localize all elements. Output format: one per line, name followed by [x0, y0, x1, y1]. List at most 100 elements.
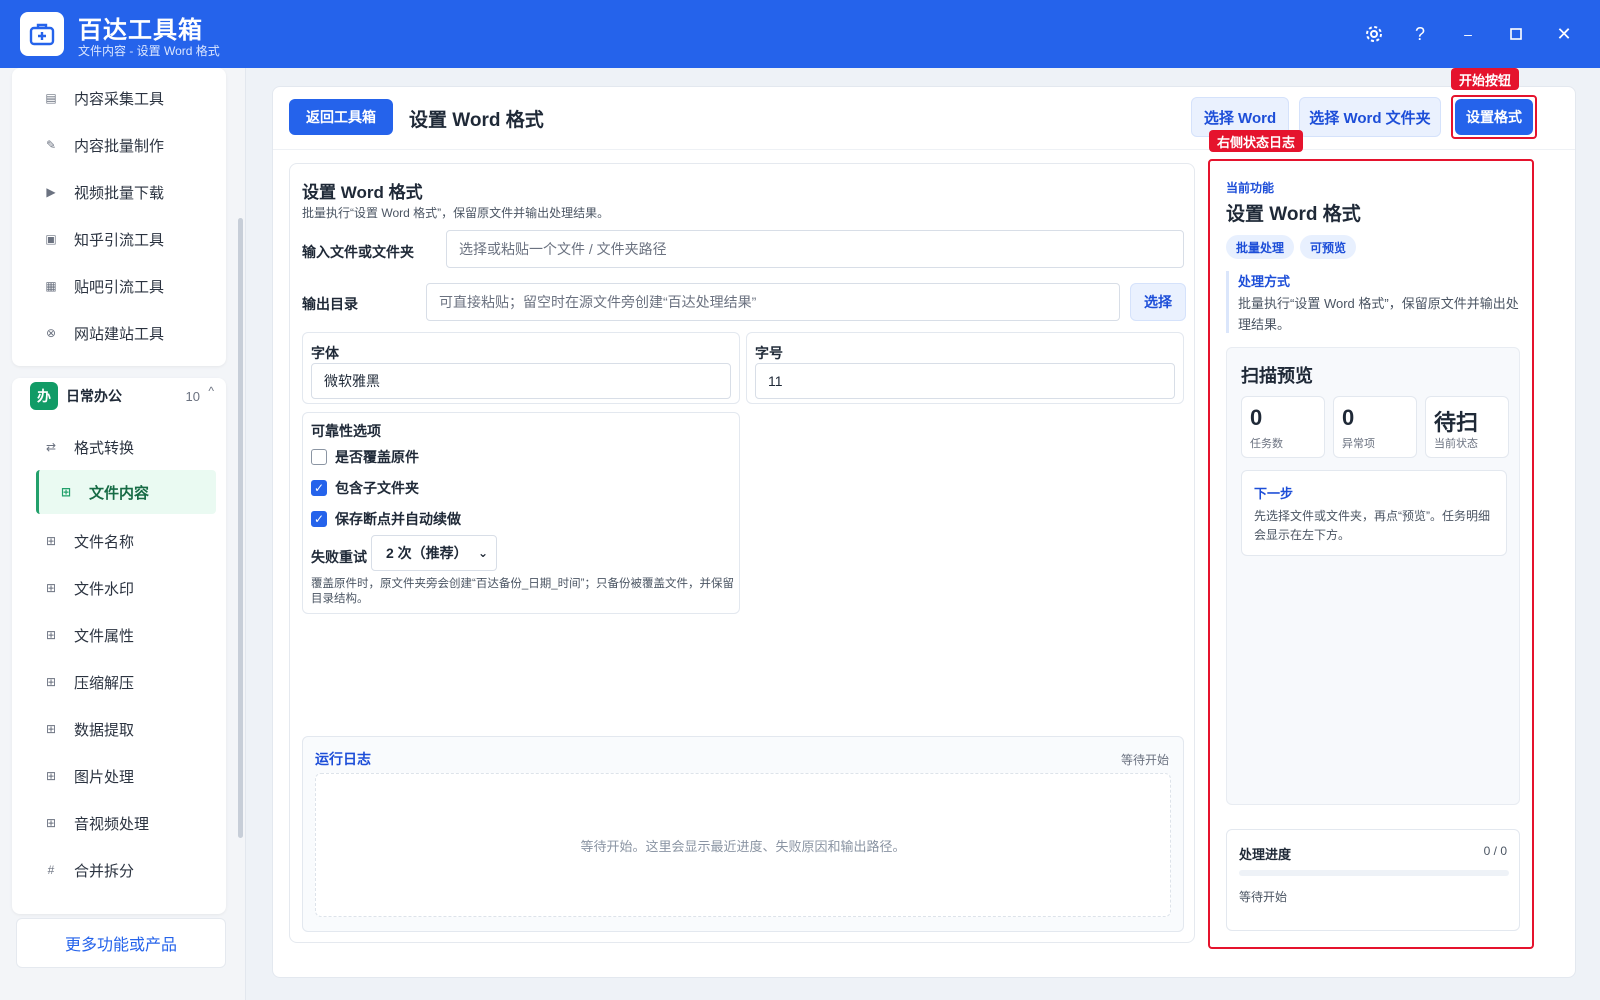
select-word-folder-button[interactable]: 选择 Word 文件夹 [1299, 97, 1441, 137]
app-subtitle: 文件内容 - 设置 Word 格式 [78, 44, 220, 58]
size-field[interactable]: 11 [755, 363, 1175, 399]
chevron-down-icon: ⌄ [477, 546, 488, 560]
form-panel: 设置 Word 格式 批量执行“设置 Word 格式”，保留原文件并输出处理结果… [289, 163, 1195, 943]
tieba-icon: ▦ [45, 279, 57, 293]
tag-batch: 批量处理 [1226, 235, 1295, 259]
sidebar-item-format-convert[interactable]: ⇄ 格式转换 [24, 425, 204, 469]
header-divider [273, 149, 1575, 150]
minimize-icon[interactable]: – [1454, 20, 1482, 48]
grid-icon: ⊞ [45, 628, 57, 642]
output-label: 输出目录 [302, 296, 358, 312]
form-title: 设置 Word 格式 [302, 183, 423, 202]
grid-icon: ⊞ [60, 485, 72, 499]
next-step-title: 下一步 [1254, 486, 1294, 501]
font-label: 字体 [311, 345, 339, 361]
method-text: 批量执行“设置 Word 格式”，保留原文件并输出处理结果。 [1238, 296, 1519, 332]
sidebar-item-zhihu[interactable]: ▣ 知乎引流工具 [24, 217, 204, 261]
annotation-right-log: 右侧状态日志 [1209, 130, 1304, 152]
more-products-button[interactable]: 更多功能或产品 [16, 918, 226, 968]
right-status-panel: 当前功能 设置 Word 格式 批量处理 可预览 处理方式 批量执行“设置 Wo… [1208, 159, 1534, 949]
grid-icon: ⊞ [45, 675, 57, 689]
back-button[interactable]: 返回工具箱 [289, 99, 393, 135]
main-panel: 返回工具箱 设置 Word 格式 选择 Word 选择 Word 文件夹 设置格… [272, 86, 1576, 978]
sidebar-item-file-content[interactable]: ⊞ 文件内容 [36, 470, 216, 514]
sidebar-item-video-download[interactable]: ▶ 视频批量下载 [24, 170, 204, 214]
form-description: 批量执行“设置 Word 格式”，保留原文件并输出处理结果。 [302, 206, 610, 220]
page-title: 设置 Word 格式 [409, 110, 544, 131]
collect-icon: ▤ [45, 91, 57, 105]
sidebar-item-batch-make[interactable]: ✎ 内容批量制作 [24, 123, 204, 167]
sidebar-group-header[interactable]: 办 日常办公 10 ^ [30, 378, 220, 414]
size-box: 字号 11 [746, 332, 1184, 404]
grid-icon: ⊞ [45, 722, 57, 736]
log-content: 等待开始。这里会显示最近进度、失败原因和输出路径。 [315, 773, 1171, 917]
sidebar-item-website[interactable]: ⊗ 网站建站工具 [24, 311, 204, 355]
close-icon[interactable]: ✕ [1550, 20, 1578, 48]
output-dir-field[interactable]: 可直接粘贴；留空时在源文件旁创建“百达处理结果” [426, 283, 1120, 321]
log-status: 等待开始 [1120, 753, 1169, 767]
scan-preview-card: 扫描预览 0 任务数 0 异常项 待扫 当前状态 下一步 先选择文件或文件夹，再… [1226, 347, 1520, 805]
overwrite-checkbox[interactable]: 是否覆盖原件 [311, 447, 419, 467]
size-label: 字号 [755, 345, 783, 361]
output-select-button[interactable]: 选择 [1130, 283, 1186, 321]
tag-preview: 可预览 [1300, 235, 1357, 259]
method-accent-bar [1226, 271, 1229, 333]
grid-icon: ⊞ [45, 581, 57, 595]
sidebar-item-properties[interactable]: ⊞ 文件属性 [24, 613, 204, 657]
overwrite-note: 覆盖原件时，原文件夹旁会创建“百达备份_日期_时间”；只备份被覆盖文件，并保留目… [311, 578, 734, 605]
pen-icon: ✎ [45, 138, 57, 152]
log-title: 运行日志 [315, 751, 371, 767]
start-format-button[interactable]: 设置格式 [1455, 99, 1533, 135]
run-log-panel: 运行日志 等待开始 等待开始。这里会显示最近进度、失败原因和输出路径。 [302, 736, 1184, 932]
progress-status: 等待开始 [1239, 890, 1288, 904]
title-bar: 百达工具箱 文件内容 - 设置 Word 格式 ? – ✕ [0, 0, 1600, 68]
current-feature-label: 当前功能 [1226, 181, 1275, 195]
progress-title: 处理进度 [1239, 847, 1292, 862]
stat-tasks: 0 任务数 [1241, 396, 1325, 458]
sidebar-item-tieba[interactable]: ▦ 贴吧引流工具 [24, 264, 204, 308]
stat-errors: 0 异常项 [1333, 396, 1417, 458]
retry-select[interactable]: 2 次（推荐） ⌄ [371, 535, 497, 571]
method-title: 处理方式 [1238, 274, 1291, 289]
grid-icon: ⊞ [45, 769, 57, 783]
sidebar-item-watermark[interactable]: ⊞ 文件水印 [24, 566, 204, 610]
help-icon[interactable]: ? [1406, 20, 1434, 48]
sidebar-item-compress[interactable]: ⊞ 压缩解压 [24, 660, 204, 704]
reliability-title: 可靠性选项 [311, 423, 381, 439]
progress-track [1239, 870, 1509, 876]
include-subfolders-checkbox[interactable]: ✓ 包含子文件夹 [311, 478, 419, 498]
progress-count: 0 / 0 [1483, 844, 1507, 858]
check-icon: ✓ [311, 480, 327, 496]
font-box: 字体 微软雅黑 [302, 332, 740, 404]
web-icon: ⊗ [45, 326, 57, 340]
sidebar-scrollbar[interactable] [238, 218, 243, 838]
group-title: 日常办公 [66, 388, 122, 404]
swap-icon: ⇄ [45, 440, 57, 454]
input-path-field[interactable]: 选择或粘贴一个文件 / 文件夹路径 [446, 230, 1184, 268]
next-step-card: 下一步 先选择文件或文件夹，再点“预览”。任务明细会显示在左下方。 [1241, 470, 1507, 556]
toolbox-icon [20, 12, 64, 56]
maximize-icon[interactable] [1502, 20, 1530, 48]
gear-icon[interactable] [1360, 20, 1388, 48]
grid-icon: ⊞ [45, 816, 57, 830]
progress-card: 处理进度 0 / 0 等待开始 [1226, 829, 1520, 931]
sidebar-item-extract[interactable]: ⊞ 数据提取 [24, 707, 204, 751]
app-title: 百达工具箱 [78, 17, 203, 44]
annotation-start-button: 开始按钮 [1451, 68, 1520, 90]
input-label: 输入文件或文件夹 [302, 244, 414, 260]
group-count: 10 [185, 388, 200, 404]
hash-icon: # [47, 863, 55, 877]
sidebar-item-image[interactable]: ⊞ 图片处理 [24, 754, 204, 798]
sidebar-item-file-name[interactable]: ⊞ 文件名称 [24, 519, 204, 563]
zhihu-icon: ▣ [45, 232, 57, 246]
current-feature-title: 设置 Word 格式 [1226, 204, 1361, 225]
sidebar-item-merge-split[interactable]: # 合并拆分 [24, 848, 204, 892]
next-step-text: 先选择文件或文件夹，再点“预览”。任务明细会显示在左下方。 [1254, 509, 1490, 542]
group-badge: 办 [30, 382, 58, 410]
font-field[interactable]: 微软雅黑 [311, 363, 731, 399]
video-icon: ▶ [46, 185, 56, 199]
sidebar-item-av[interactable]: ⊞ 音视频处理 [24, 801, 204, 845]
resume-checkbox[interactable]: ✓ 保存断点并自动续做 [311, 509, 461, 529]
chevron-up-icon[interactable]: ^ [208, 384, 214, 398]
sidebar-item-collect[interactable]: ▤ 内容采集工具 [24, 76, 204, 120]
